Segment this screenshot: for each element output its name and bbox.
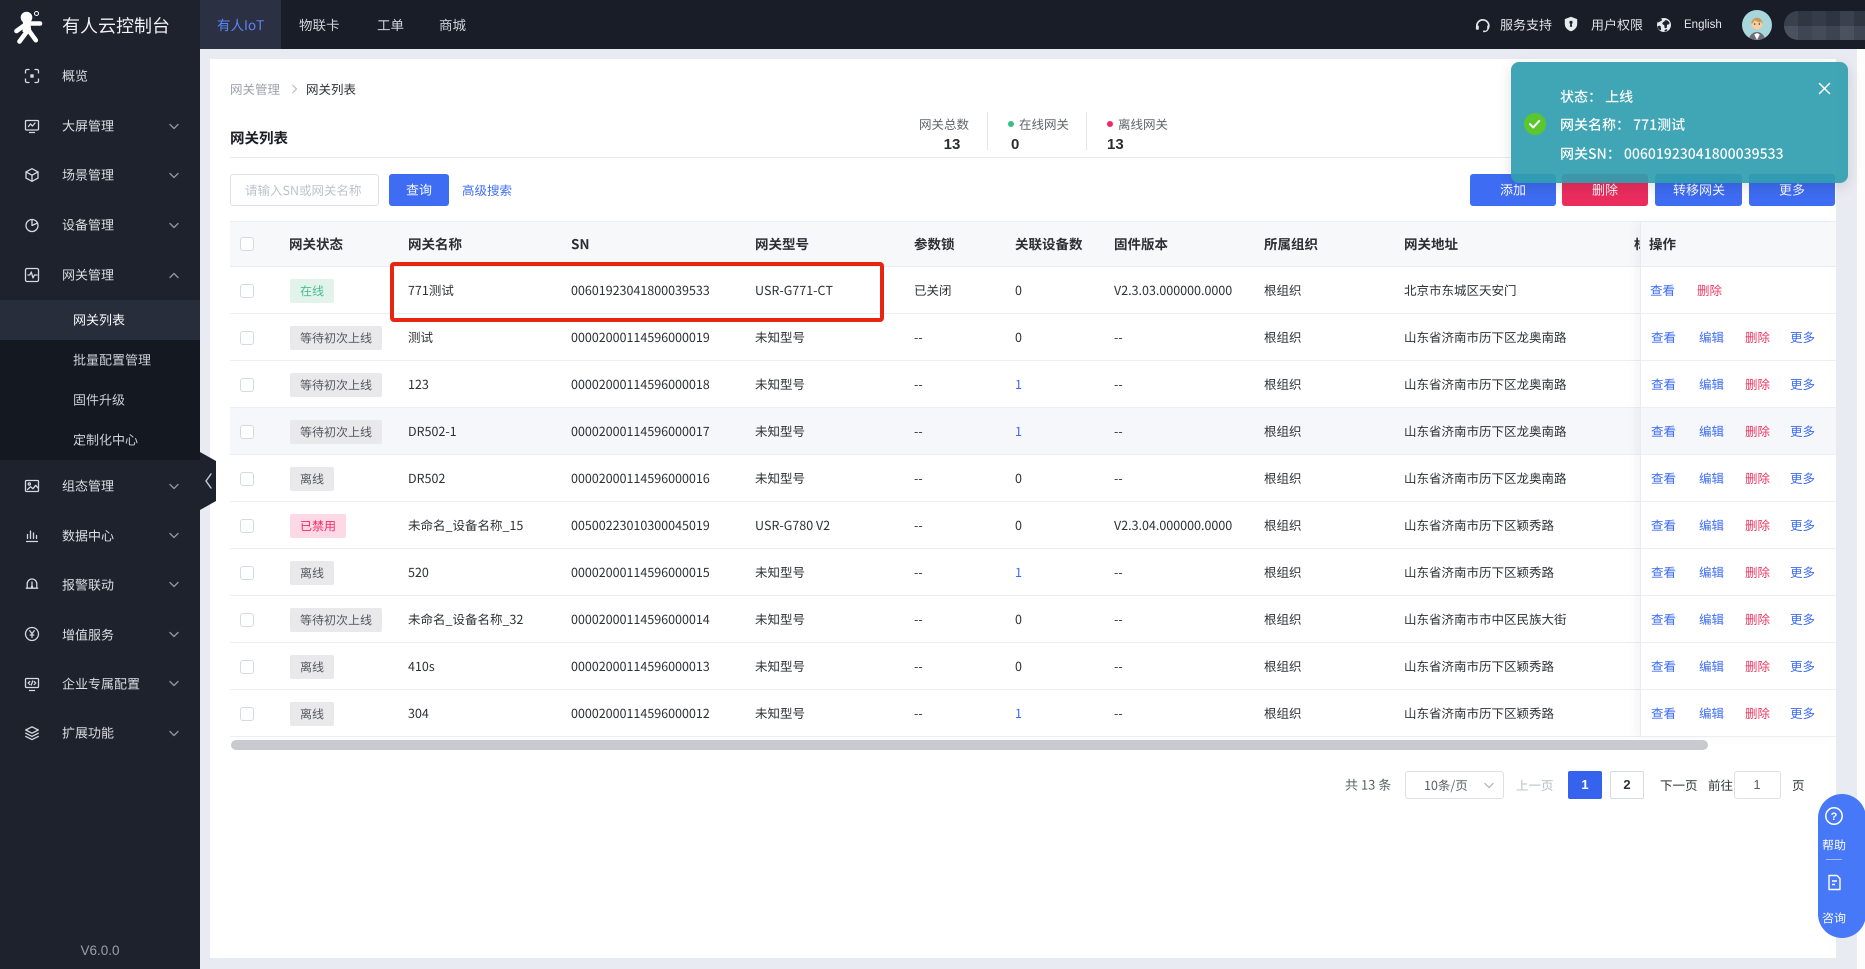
svg-text:?: ? (1831, 811, 1838, 823)
